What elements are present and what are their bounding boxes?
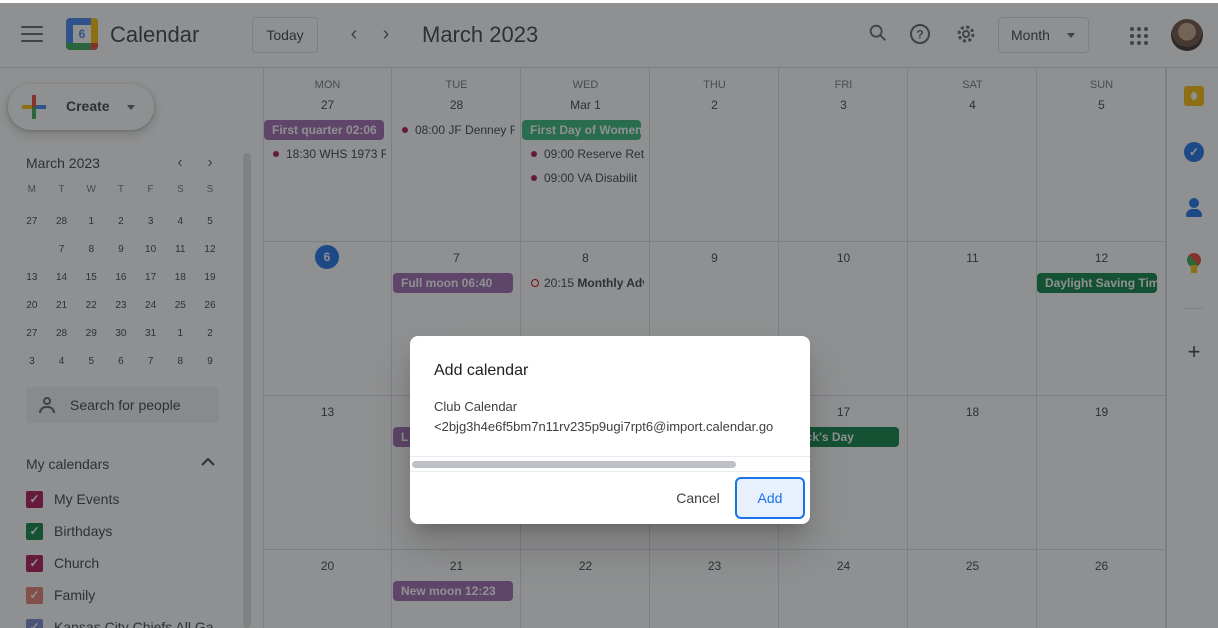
modal-scrim[interactable] <box>0 3 1218 628</box>
scrollbar-thumb[interactable] <box>412 461 736 468</box>
calendar-name: Club Calendar <box>434 399 518 414</box>
add-button[interactable]: Add <box>735 477 805 519</box>
calendar-id: <2bjg3h4e6f5bm7n11rv235p9ugi7rpt6@import… <box>434 419 774 434</box>
dialog-title: Add calendar <box>434 362 529 379</box>
cancel-button[interactable]: Cancel <box>668 488 728 508</box>
horizontal-scrollbar[interactable] <box>410 456 810 472</box>
add-calendar-dialog: Add calendar Club Calendar <2bjg3h4e6f5b… <box>410 336 810 524</box>
